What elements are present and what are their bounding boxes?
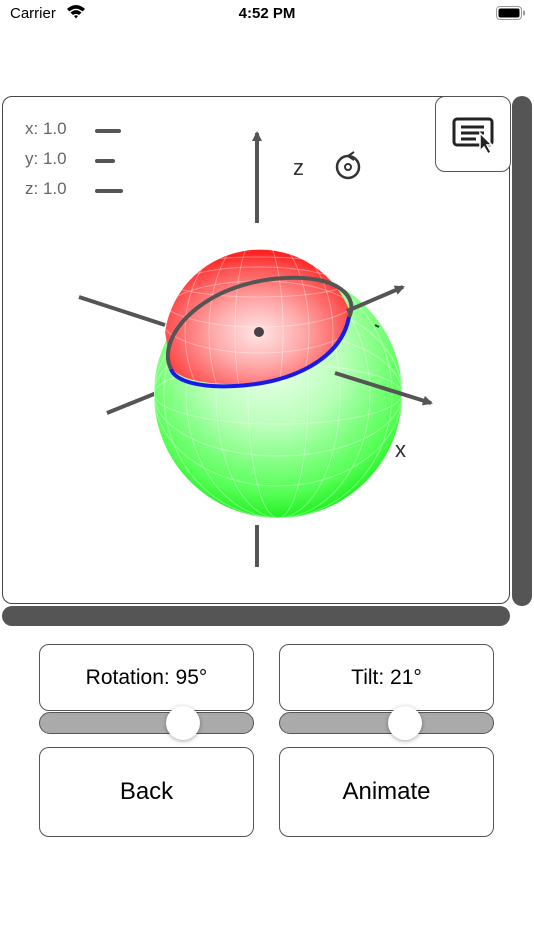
rotation-label-box: Rotation: 95° bbox=[39, 644, 254, 711]
rotation-slider-knob[interactable] bbox=[165, 706, 200, 740]
scale-x-bar bbox=[95, 129, 121, 133]
scale-z-row: z: 1.0 bbox=[25, 179, 123, 199]
tilt-label-box: Tilt: 21° bbox=[279, 644, 494, 711]
scale-y-row: y: 1.0 bbox=[25, 149, 115, 169]
vertical-scrollbar[interactable] bbox=[512, 96, 532, 606]
scale-x-row: x: 1.0 bbox=[25, 119, 121, 139]
y-axis-back bbox=[78, 295, 166, 327]
scale-y-label: y: 1.0 bbox=[25, 149, 67, 168]
reset-rotation-icon[interactable] bbox=[335, 151, 361, 180]
menu-pointer-icon bbox=[452, 117, 494, 156]
animate-button-label: Animate bbox=[342, 778, 431, 805]
animate-button[interactable]: Animate bbox=[279, 747, 494, 837]
tilt-slider[interactable] bbox=[279, 712, 494, 734]
rotation-slider[interactable] bbox=[39, 712, 254, 734]
scale-z-label: z: 1.0 bbox=[25, 179, 67, 198]
tilt-label: Tilt: 21° bbox=[351, 665, 422, 689]
back-button[interactable]: Back bbox=[39, 747, 254, 837]
scale-y-bar bbox=[95, 159, 115, 163]
tilt-slider-knob[interactable] bbox=[387, 706, 422, 740]
x-axis-label: x bbox=[395, 437, 406, 462]
status-bar: Carrier 4:52 PM bbox=[0, 0, 534, 30]
scale-z-bar bbox=[95, 189, 123, 193]
origin-point bbox=[254, 327, 264, 337]
clock: 4:52 PM bbox=[238, 5, 296, 22]
scale-x-label: x: 1.0 bbox=[25, 119, 67, 138]
z-axis-label: z bbox=[293, 155, 304, 180]
battery-icon bbox=[496, 6, 525, 20]
3d-scene[interactable] bbox=[3, 97, 510, 604]
rotation-label: Rotation: 95° bbox=[85, 665, 208, 689]
scene-viewer[interactable]: x: 1.0 y: 1.0 z: 1.0 z x bbox=[2, 96, 510, 604]
back-button-label: Back bbox=[119, 778, 174, 805]
horizontal-scrollbar[interactable] bbox=[2, 606, 510, 626]
menu-button[interactable] bbox=[435, 96, 511, 172]
